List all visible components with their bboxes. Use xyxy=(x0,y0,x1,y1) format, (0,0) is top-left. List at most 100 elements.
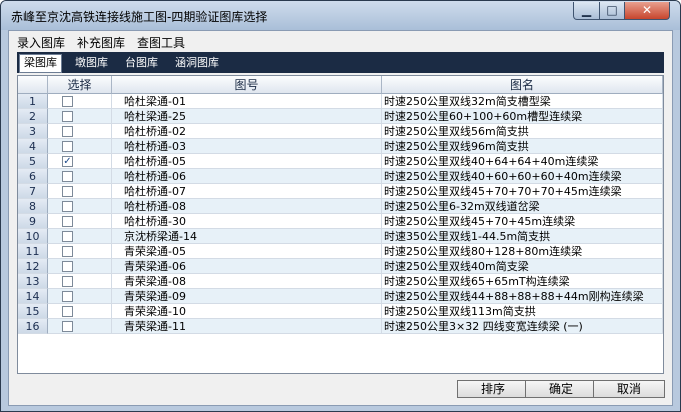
select-checkbox[interactable] xyxy=(62,171,73,182)
maximize-button[interactable]: □ xyxy=(599,2,625,20)
select-checkbox[interactable] xyxy=(62,201,73,212)
drawing-name-cell: 时速250公里双线32m简支槽型梁 xyxy=(382,94,663,109)
drawing-code-cell: 哈杜桥通-02 xyxy=(112,124,382,139)
table-row[interactable]: 6 哈杜桥通-06 时速250公里双线40+60+60+60+40m连续梁 xyxy=(18,169,663,184)
row-number: 16 xyxy=(18,319,48,334)
select-checkbox[interactable] xyxy=(62,246,73,257)
row-number: 10 xyxy=(18,229,48,244)
select-checkbox[interactable] xyxy=(62,111,73,122)
select-cell xyxy=(48,199,112,214)
drawing-code-cell: 青荣梁通-05 xyxy=(112,244,382,259)
row-number: 13 xyxy=(18,274,48,289)
select-checkbox[interactable] xyxy=(62,186,73,197)
row-number: 2 xyxy=(18,109,48,124)
row-number: 14 xyxy=(18,289,48,304)
select-checkbox[interactable] xyxy=(62,231,73,242)
drawing-name-cell: 时速350公里双线1-44.5m简支拱 xyxy=(382,229,663,244)
drawing-code-cell: 京沈桥梁通-14 xyxy=(112,229,382,244)
drawing-name-cell: 时速250公里双线40+60+60+60+40m连续梁 xyxy=(382,169,663,184)
table-row[interactable]: 5 ✓ 哈杜桥通-05 时速250公里双线40+64+64+40m连续梁 xyxy=(18,154,663,169)
row-number: 12 xyxy=(18,259,48,274)
dialog-body: 录入图库 补充图库 查图工具 梁图库 墩图库 台图库 涵洞图库 选择 图号 图名… xyxy=(8,30,673,406)
row-number: 7 xyxy=(18,184,48,199)
column-header-drawing-code[interactable]: 图号 xyxy=(112,76,382,94)
table-row[interactable]: 9 哈杜桥通-30 时速250公里双线45+70+45m连续梁 xyxy=(18,214,663,229)
minimize-button[interactable]: ▁ xyxy=(573,2,600,20)
select-checkbox[interactable] xyxy=(62,261,73,272)
table-row[interactable]: 11 青荣梁通-05 时速250公里双线80+128+80m连续梁 xyxy=(18,244,663,259)
select-cell xyxy=(48,184,112,199)
table-row[interactable]: 14 青荣梁通-09 时速250公里双线44+88+88+88+44m刚构连续梁 xyxy=(18,289,663,304)
drawing-name-cell: 时速250公里双线56m简支拱 xyxy=(382,124,663,139)
row-number: 4 xyxy=(18,139,48,154)
select-checkbox[interactable] xyxy=(62,291,73,302)
close-button[interactable]: ✕ xyxy=(624,2,670,20)
cancel-button[interactable]: 取消 xyxy=(593,380,665,398)
select-checkbox[interactable] xyxy=(62,216,73,227)
table-row[interactable]: 3 哈杜桥通-02 时速250公里双线56m简支拱 xyxy=(18,124,663,139)
drawing-code-cell: 青荣梁通-06 xyxy=(112,259,382,274)
maximize-icon: □ xyxy=(606,3,618,17)
tab-beam-library[interactable]: 梁图库 xyxy=(19,54,62,73)
table-row[interactable]: 8 哈杜桥通-08 时速250公里6-32m双线道岔梁 xyxy=(18,199,663,214)
select-cell xyxy=(48,94,112,109)
drawing-name-cell: 时速250公里3×32 四线变宽连续梁 (一) xyxy=(382,319,663,334)
drawing-name-cell: 时速250公里双线65+65mT构连续梁 xyxy=(382,274,663,289)
select-cell xyxy=(48,124,112,139)
table-row[interactable]: 10 京沈桥梁通-14 时速350公里双线1-44.5m简支拱 xyxy=(18,229,663,244)
drawing-name-cell: 时速250公里双线80+128+80m连续梁 xyxy=(382,244,663,259)
tab-pier-library[interactable]: 墩图库 xyxy=(71,55,112,72)
table-row[interactable]: 13 青荣梁通-08 时速250公里双线65+65mT构连续梁 xyxy=(18,274,663,289)
library-tabs: 梁图库 墩图库 台图库 涵洞图库 xyxy=(17,52,664,73)
drawing-name-cell: 时速250公里双线45+70+70+70+45m连续梁 xyxy=(382,184,663,199)
drawing-name-cell: 时速250公里双线45+70+45m连续梁 xyxy=(382,214,663,229)
column-header-drawing-name[interactable]: 图名 xyxy=(382,76,663,94)
row-number: 3 xyxy=(18,124,48,139)
tab-abutment-library[interactable]: 台图库 xyxy=(121,55,162,72)
drawing-name-cell: 时速250公里双线113m简支拱 xyxy=(382,304,663,319)
table-row[interactable]: 4 哈杜桥通-03 时速250公里双线96m简支拱 xyxy=(18,139,663,154)
drawing-code-cell: 青荣梁通-09 xyxy=(112,289,382,304)
table-row[interactable]: 12 青荣梁通-06 时速250公里双线40m简支梁 xyxy=(18,259,663,274)
drawing-name-cell: 时速250公里双线40m简支梁 xyxy=(382,259,663,274)
drawing-code-cell: 哈杜桥通-03 xyxy=(112,139,382,154)
sort-button[interactable]: 排序 xyxy=(457,380,529,398)
row-number-header xyxy=(18,76,48,94)
select-checkbox[interactable]: ✓ xyxy=(62,156,73,167)
title-bar[interactable]: 赤峰至京沈高铁连接线施工图-四期验证图库选择 ▁ □ ✕ xyxy=(1,1,680,30)
select-checkbox[interactable] xyxy=(62,276,73,287)
select-cell xyxy=(48,169,112,184)
table-row[interactable]: 1 哈杜梁通-01 时速250公里双线32m简支槽型梁 xyxy=(18,94,663,109)
drawing-code-cell: 哈杜梁通-25 xyxy=(112,109,382,124)
menu-item-lookup-tools[interactable]: 查图工具 xyxy=(137,34,185,51)
select-cell xyxy=(48,304,112,319)
drawing-table: 选择 图号 图名 1 哈杜梁通-01 时速250公里双线32m简支槽型梁 2 哈杜梁通-… xyxy=(17,75,664,374)
select-checkbox[interactable] xyxy=(62,126,73,137)
select-checkbox[interactable] xyxy=(62,96,73,107)
select-cell xyxy=(48,274,112,289)
menu-item-supplement-library[interactable]: 补充图库 xyxy=(77,34,125,51)
select-checkbox[interactable] xyxy=(62,141,73,152)
ok-button[interactable]: 确定 xyxy=(525,380,597,398)
table-row[interactable]: 15 青荣梁通-10 时速250公里双线113m简支拱 xyxy=(18,304,663,319)
table-row[interactable]: 16 青荣梁通-11 时速250公里3×32 四线变宽连续梁 (一) xyxy=(18,319,663,334)
drawing-code-cell: 青荣梁通-08 xyxy=(112,274,382,289)
row-number: 15 xyxy=(18,304,48,319)
drawing-code-cell: 哈杜桥通-30 xyxy=(112,214,382,229)
table-row[interactable]: 2 哈杜梁通-25 时速250公里60+100+60m槽型连续梁 xyxy=(18,109,663,124)
column-header-select[interactable]: 选择 xyxy=(48,76,112,94)
select-checkbox[interactable] xyxy=(62,306,73,317)
select-cell xyxy=(48,139,112,154)
drawing-code-cell: 哈杜桥通-07 xyxy=(112,184,382,199)
select-cell xyxy=(48,289,112,304)
menu-item-import-library[interactable]: 录入图库 xyxy=(17,34,65,51)
drawing-code-cell: 哈杜桥通-05 xyxy=(112,154,382,169)
select-checkbox[interactable] xyxy=(62,321,73,332)
row-number: 9 xyxy=(18,214,48,229)
select-cell xyxy=(48,319,112,334)
table-row[interactable]: 7 哈杜桥通-07 时速250公里双线45+70+70+70+45m连续梁 xyxy=(18,184,663,199)
select-cell xyxy=(48,214,112,229)
drawing-code-cell: 青荣梁通-11 xyxy=(112,319,382,334)
tab-culvert-library[interactable]: 涵洞图库 xyxy=(171,55,223,72)
drawing-name-cell: 时速250公里双线96m简支拱 xyxy=(382,139,663,154)
